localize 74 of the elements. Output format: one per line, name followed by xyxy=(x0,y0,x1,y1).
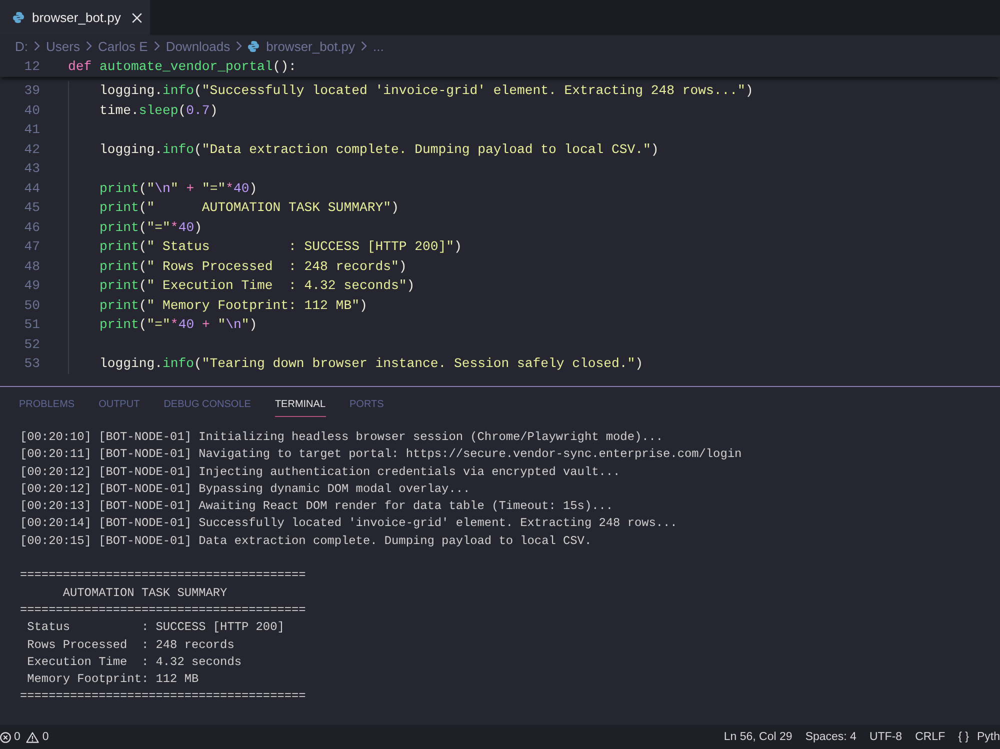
code-line: logging.info("Tearing down browser instance. Session safely closed.") xyxy=(100,355,644,374)
file-type-icon xyxy=(248,40,260,52)
breadcrumb-item[interactable]: ... xyxy=(373,38,384,54)
braces-icon: { } xyxy=(958,731,969,743)
panel-tab[interactable]: OUTPUT xyxy=(98,398,140,417)
line-number: 42 xyxy=(24,142,40,157)
line-number: 53 xyxy=(24,356,40,372)
line-number: 48 xyxy=(24,258,40,274)
panel-tab[interactable]: TERMINAL xyxy=(274,398,326,417)
line-number: 12 xyxy=(24,59,40,74)
line-number: 45 xyxy=(24,200,40,216)
panel-tab[interactable]: PROBLEMS xyxy=(19,398,75,417)
line-number: 47 xyxy=(24,239,40,254)
terminal-line: AUTOMATION TASK SUMMARY xyxy=(62,584,228,602)
chevron-icon xyxy=(154,41,160,51)
code-line: logging.info("Successfully located 'invoice-grid' element. Extracting 248 rows...") xyxy=(100,82,754,100)
line-number: 40 xyxy=(24,102,40,118)
file-type-icon xyxy=(13,12,24,23)
terminal-line: ======================================== xyxy=(20,602,306,619)
chevron-icon xyxy=(34,41,40,51)
language-button[interactable]: { } Pyth xyxy=(958,731,1000,743)
breadcrumb-item[interactable]: Carlos E xyxy=(98,38,148,54)
panel-tab[interactable]: DEBUG CONSOLE xyxy=(164,398,251,417)
terminal-line: Rows Processed : 248 records xyxy=(26,636,234,654)
panel-tab[interactable]: PORTS xyxy=(350,398,384,417)
terminal-line: [00:20:14] [BOT-NODE-01] Successfully located 'invoice-grid' element. Extracting 248 rows... xyxy=(20,515,678,532)
breadcrumb-item[interactable]: D: xyxy=(15,38,28,54)
editor-tab[interactable]: browser_bot.py xyxy=(0,0,150,35)
close-icon[interactable] xyxy=(132,12,142,22)
terminal-line: [00:20:10] [BOT-NODE-01] Initializing headless browser session (Chrome/Playwright mode)... xyxy=(20,429,664,446)
line-number: 52 xyxy=(24,336,40,352)
terminal-line: [00:20:13] [BOT-NODE-01] Awaiting React DOM render for data table (Timeout: 15s)... xyxy=(20,498,614,516)
line-number: 51 xyxy=(24,317,40,332)
code-line: print(" AUTOMATION TASK SUMMARY") xyxy=(100,199,399,218)
terminal-line: [00:20:11] [BOT-NODE-01] Navigating to target portal: https://secure.vendor-sync.enterprise.com/login xyxy=(20,446,742,464)
status-item[interactable]: Ln 56, Col 29 xyxy=(724,731,792,743)
terminal-line: [00:20:12] [BOT-NODE-01] Injecting authentication credentials via encrypted vault... xyxy=(20,464,620,481)
status-item[interactable]: CRLF xyxy=(915,731,946,743)
terminal-line: Memory Footprint: 112 MB xyxy=(26,671,199,688)
line-number: 49 xyxy=(24,278,40,294)
chevron-icon xyxy=(361,41,368,51)
terminal-line: Execution Time : 4.32 seconds xyxy=(26,654,242,671)
status-item[interactable]: Spaces: 4 xyxy=(805,731,856,743)
terminal-line: Status : SUCCESS [HTTP 200] xyxy=(26,619,284,636)
code-line: print("="*40 + "\n") xyxy=(100,316,258,334)
code-line: print(" Rows Processed : 248 records") xyxy=(100,258,407,276)
code-line: def automate_vendor_portal(): xyxy=(68,58,296,76)
breadcrumb-item[interactable]: Users xyxy=(46,38,80,54)
terminal-line: ======================================== xyxy=(20,567,306,584)
line-number: 50 xyxy=(24,298,40,313)
line-number: 44 xyxy=(24,180,40,196)
code-line: print("\n" + "="*40) xyxy=(100,180,258,198)
error-icon xyxy=(0,732,11,742)
warning-icon xyxy=(26,732,40,742)
chevron-icon xyxy=(86,41,92,51)
breadcrumb-item[interactable]: browser_bot.py xyxy=(248,38,356,54)
code-line: print(" Memory Footprint: 112 MB") xyxy=(100,296,368,315)
code-line: print(" Status : SUCCESS [HTTP 200]") xyxy=(100,238,462,256)
line-number: 46 xyxy=(24,220,40,235)
status-item[interactable]: UTF-8 xyxy=(869,731,902,743)
code-line: logging.info("Data extraction complete. Dumping payload to local CSV.") xyxy=(100,140,659,159)
terminal-line: [00:20:12] [BOT-NODE-01] Bypassing dynamic DOM modal overlay... xyxy=(20,480,470,498)
warning-count: 0 xyxy=(42,731,49,743)
code-line: print(" Execution Time : 4.32 seconds") xyxy=(100,277,415,296)
line-number: 41 xyxy=(24,122,40,138)
terminal-line: [00:20:15] [BOT-NODE-01] Data extraction complete. Dumping payload to local CSV. xyxy=(20,532,592,550)
error-count: 0 xyxy=(14,731,20,743)
terminal-line: ======================================== xyxy=(20,688,306,706)
line-number: 39 xyxy=(24,83,40,98)
code-line: time.sleep(0.7) xyxy=(100,102,218,120)
breadcrumb-item[interactable]: Downloads xyxy=(166,38,230,54)
code-line: print("="*40) xyxy=(100,218,202,237)
line-number: 43 xyxy=(24,161,40,176)
chevron-icon xyxy=(236,41,242,51)
